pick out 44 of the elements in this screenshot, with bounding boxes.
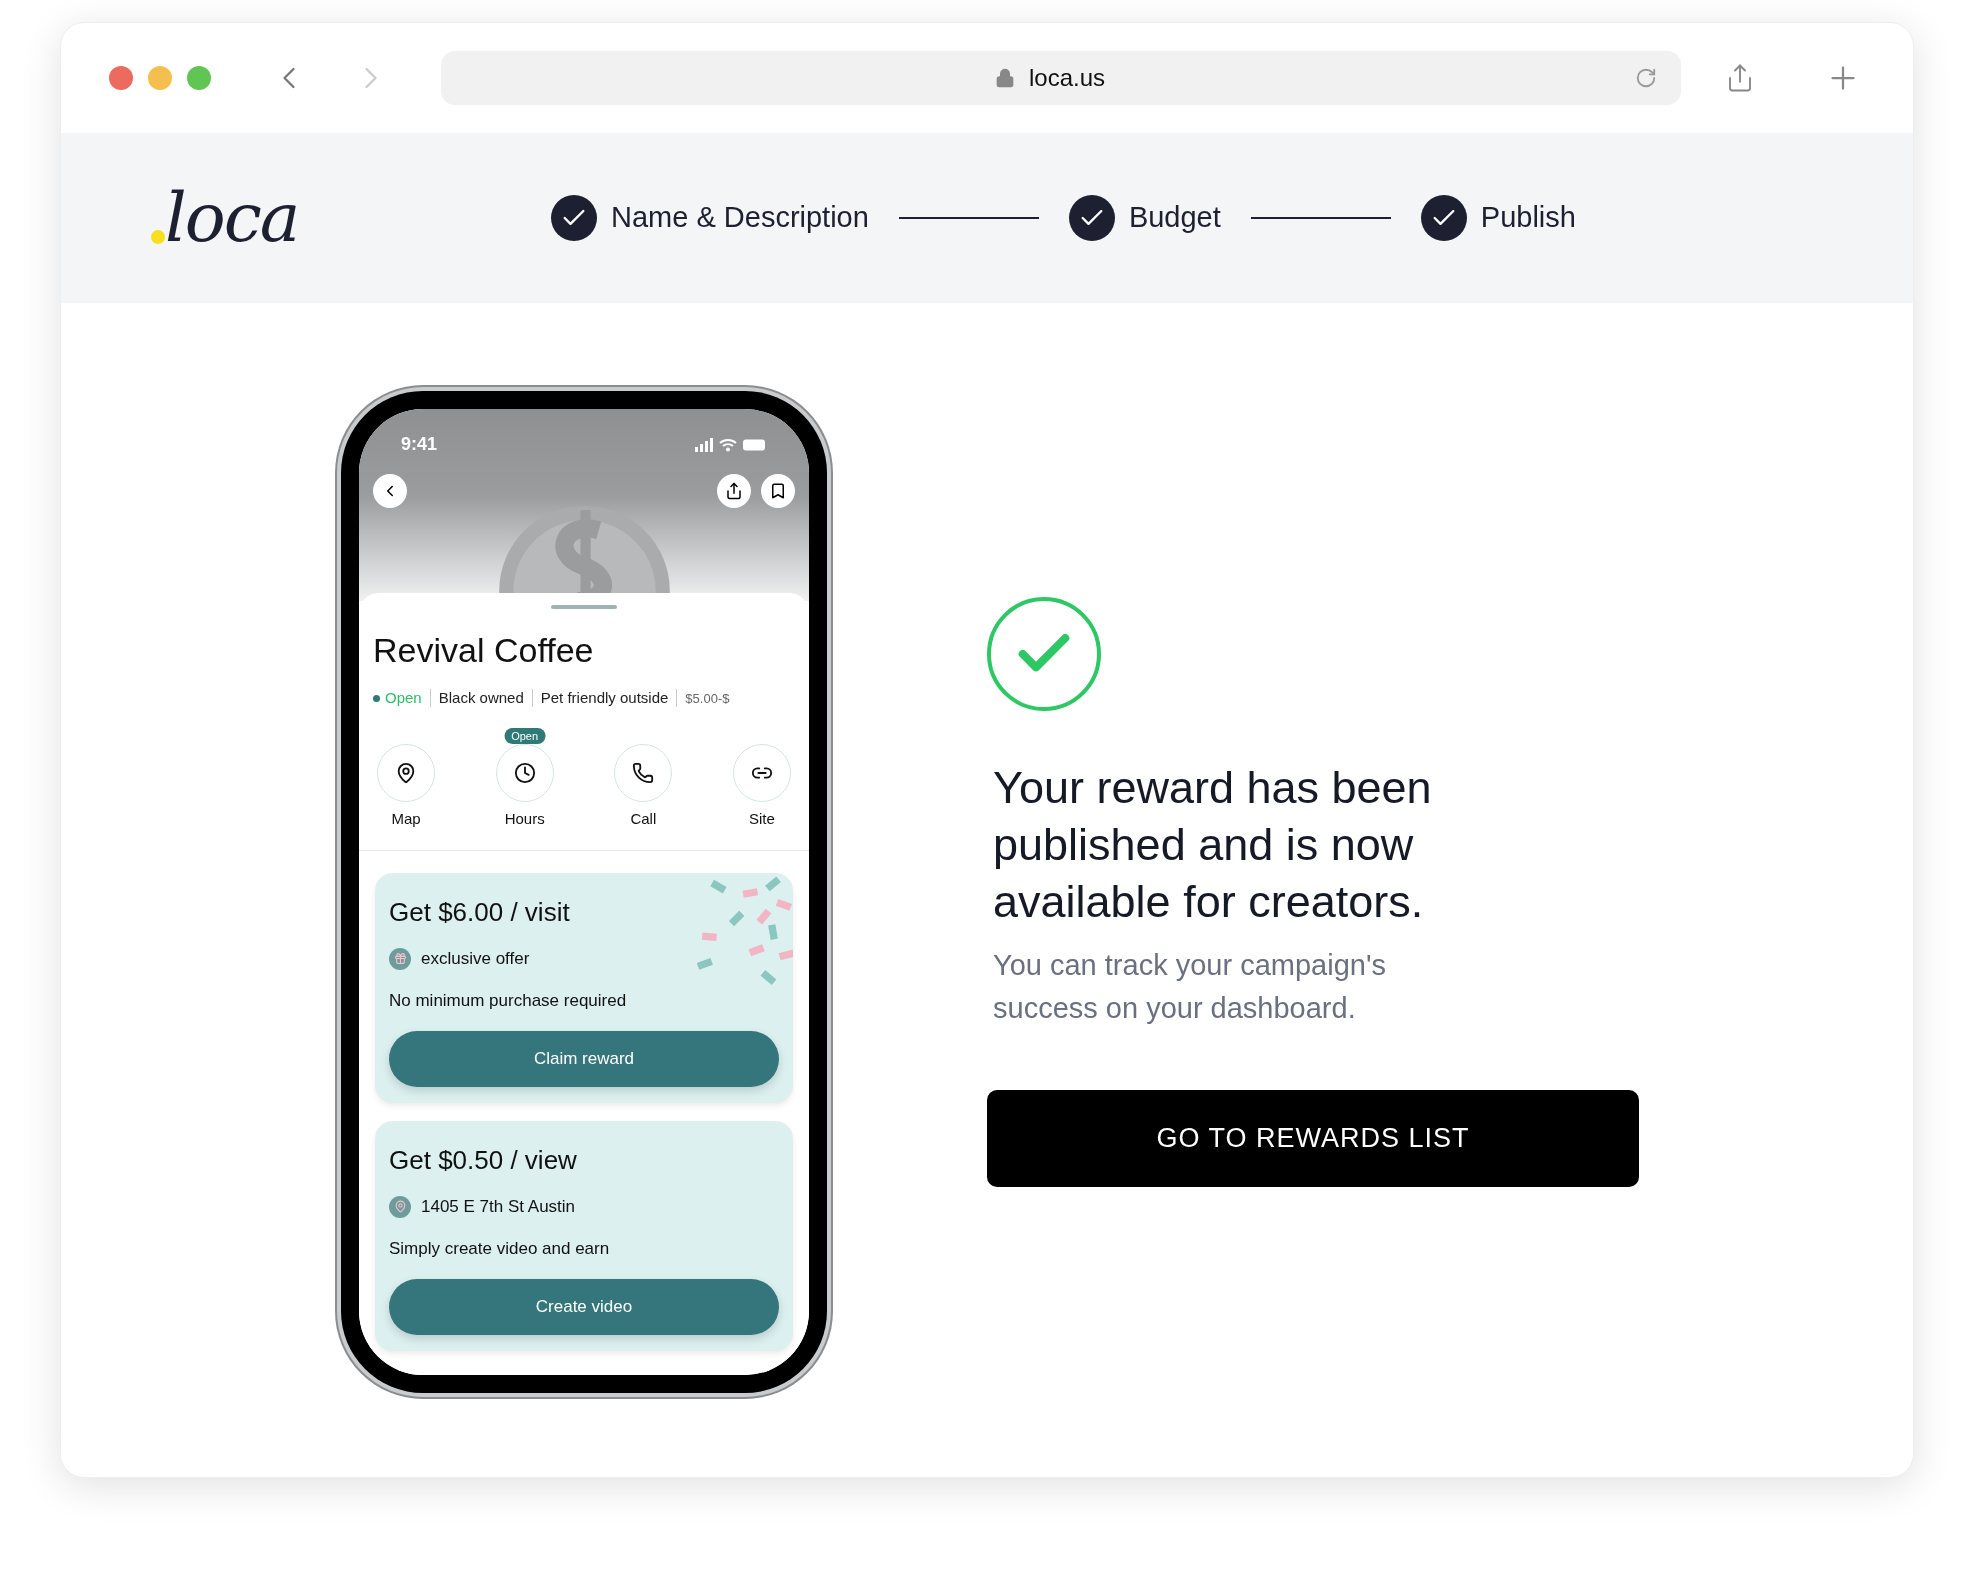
offer-button[interactable]: Create video (389, 1279, 779, 1335)
battery-icon (743, 438, 767, 451)
action-label: Site (749, 808, 775, 829)
offer-button[interactable]: Claim reward (389, 1031, 779, 1087)
offer-detail: exclusive offer (421, 948, 530, 970)
success-message: You can track your campaign's success on your dashboard. (993, 948, 1387, 1026)
reload-icon[interactable] (1635, 67, 1657, 89)
business-tag: Open (385, 687, 422, 710)
offer-detail: 1405 E 7th St Austin (421, 1196, 576, 1218)
wifi-icon (719, 437, 737, 452)
business-tag: Black owned (438, 687, 524, 710)
phone-icon (632, 761, 655, 784)
pin-icon (389, 1195, 411, 1218)
open-badge: Open (504, 727, 546, 744)
step-label: Publish (1480, 200, 1576, 236)
clock-icon (513, 761, 536, 784)
gift-icon (389, 947, 411, 970)
offer-note: No minimum purchase required (389, 989, 628, 1012)
success-heading: Your reward has been published and is now available for creators. (993, 761, 1433, 929)
signal-icon (695, 437, 713, 452)
rewards-list-button[interactable]: GO TO REWARDS LIST (987, 1090, 1639, 1187)
business-tag: $5.00-$ (685, 688, 730, 708)
business-tag: Pet friendly outside (540, 687, 669, 710)
offer-title: Get $0.50 / view (389, 1144, 578, 1177)
bookmark-icon (769, 482, 787, 500)
maximize-window-icon[interactable] (187, 66, 211, 90)
step-label: Budget (1128, 200, 1221, 236)
action-label: Map (391, 808, 421, 829)
business-name: Revival Coffee (372, 633, 595, 667)
url-text: loca.us (1028, 63, 1105, 93)
offer-title: Get $6.00 / visit (389, 896, 571, 929)
map-pin-icon (395, 761, 417, 784)
step-label: Name & Description (611, 200, 869, 236)
action-label: Call (630, 808, 657, 829)
address-bar[interactable]: loca.us (441, 51, 1681, 105)
lock-icon (994, 68, 1015, 88)
share-icon (725, 482, 743, 500)
close-window-icon[interactable] (109, 66, 133, 90)
action-label: Hours (504, 808, 545, 829)
offer-note: Simply create video and earn (389, 1237, 611, 1260)
success-check-icon (987, 597, 1101, 711)
drag-handle[interactable] (551, 605, 617, 609)
logo[interactable]: loca (165, 184, 299, 252)
status-time: 9:41 (401, 433, 438, 456)
